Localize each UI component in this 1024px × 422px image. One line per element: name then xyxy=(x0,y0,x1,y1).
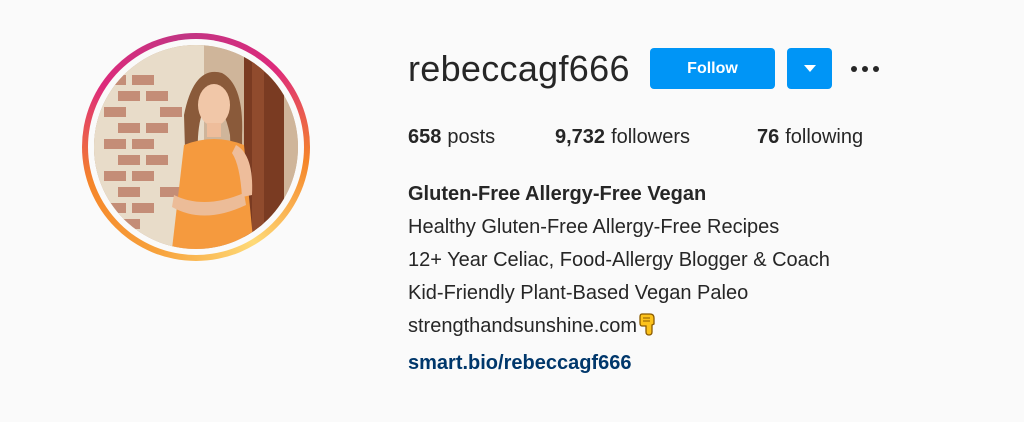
posts-label: posts xyxy=(447,126,496,148)
follow-button[interactable]: Follow xyxy=(650,48,775,89)
posts-count: 658 xyxy=(408,126,442,148)
suggested-accounts-dropdown-button[interactable] xyxy=(787,48,832,89)
following-label: following xyxy=(785,126,864,148)
bio-website-line: strengthandsunshine.com xyxy=(408,310,830,347)
more-options-icon-dot xyxy=(873,66,879,72)
followers-label: followers xyxy=(611,126,690,148)
bio-line: 12+ Year Celiac, Food-Allergy Blogger & … xyxy=(408,249,830,271)
avatar[interactable] xyxy=(94,45,298,249)
chevron-down-icon xyxy=(803,65,816,72)
more-options-button[interactable] xyxy=(846,52,884,86)
pointing-down-hand-emoji xyxy=(638,312,658,347)
profile-username: rebeccagf666 xyxy=(408,48,630,89)
avatar-photo xyxy=(94,45,298,249)
following-stat[interactable]: 76 following xyxy=(757,124,863,150)
followers-stat[interactable]: 9,732 followers xyxy=(555,124,757,150)
bio-line: Healthy Gluten-Free Allergy-Free Recipes xyxy=(408,216,780,238)
avatar-gap xyxy=(88,39,304,255)
followers-count: 9,732 xyxy=(555,126,606,148)
profile-full-name: Gluten-Free Allergy-Free Vegan xyxy=(408,183,707,205)
profile-avatar-ring[interactable] xyxy=(82,33,310,261)
profile-bio: Gluten-Free Allergy-Free Vegan Healthy G… xyxy=(408,178,830,380)
bio-website-text: strengthandsunshine.com xyxy=(408,315,638,337)
bio-line: Kid-Friendly Plant-Based Vegan Paleo xyxy=(408,282,749,304)
profile-stats: 658 posts 9,732 followers 76 following xyxy=(408,124,863,150)
more-options-icon-dot xyxy=(862,66,868,72)
more-options-icon xyxy=(851,66,857,72)
bio-external-link[interactable]: smart.bio/rebeccagf666 xyxy=(408,347,830,380)
posts-stat: 658 posts xyxy=(408,124,555,150)
following-count: 76 xyxy=(757,126,780,148)
